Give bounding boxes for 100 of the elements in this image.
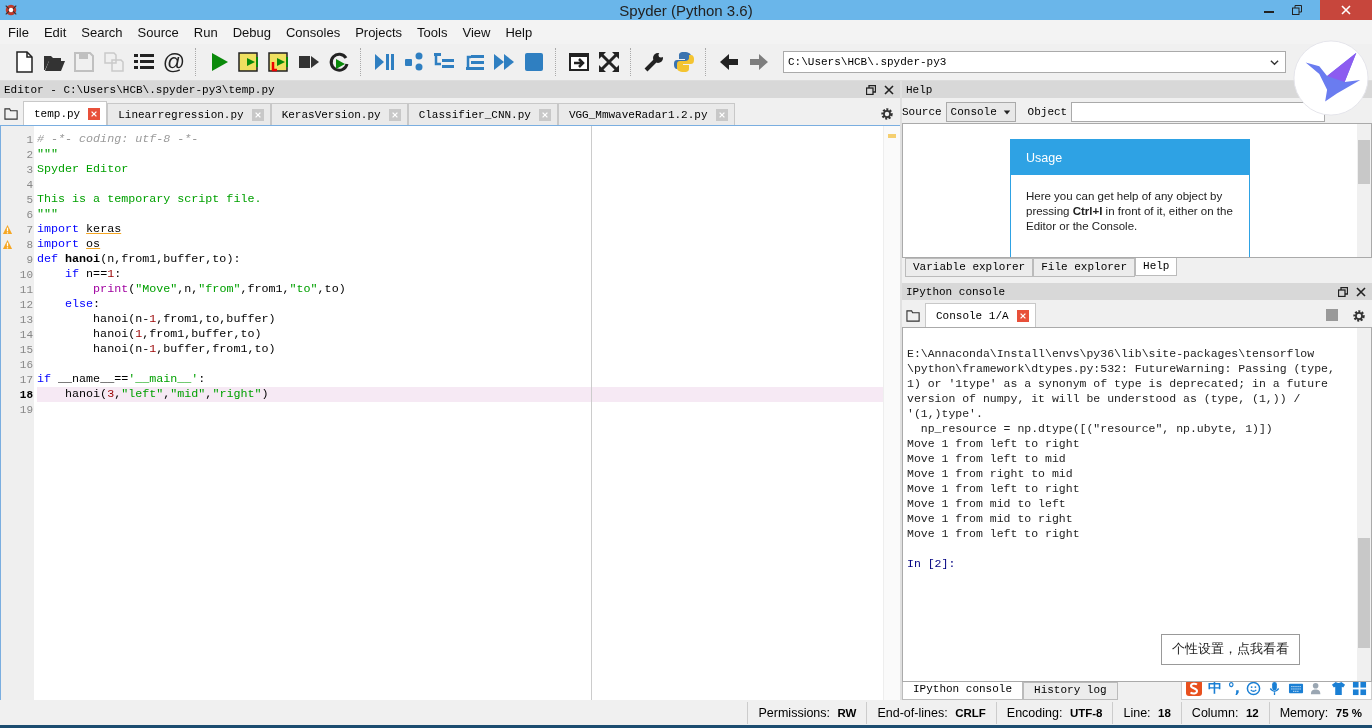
console-tab[interactable]: Console 1/A [925,303,1036,327]
settings-icon[interactable] [1352,309,1366,323]
code-line: import keras [37,222,122,236]
line-number: 10 [19,268,33,281]
pane-title: IPython console [906,285,1007,298]
menu-item[interactable]: Search [75,24,129,40]
console-output: E:\Annaconda\Install\envs\py36\lib\site-packages\tensorflow [907,346,1316,361]
line-number: 8 [26,238,33,251]
warning-icon [2,239,13,250]
path-field[interactable]: C:\Users\HCB\.spyder-py3 [783,51,1286,73]
chevron-icon [1270,57,1279,67]
scrollbar[interactable] [1357,124,1371,257]
scrollbar[interactable] [1357,328,1371,681]
scroll-marker [888,134,896,138]
file-tab[interactable]: VGG_MmwaveRadar1.2.py [557,103,735,125]
close-icon[interactable] [1356,286,1366,297]
punctuation-mode[interactable]: °, [1227,680,1240,696]
close-button[interactable] [1320,0,1372,20]
pane-title: Editor - C:\Users\HCB\.spyder-py3\temp.py [4,83,276,96]
line-number: 17 [19,373,33,386]
menu-item[interactable]: File [2,24,35,40]
console-output: Move 1 from left to mid [907,451,1067,466]
code-line: hanoi(n-1,from1,to,buffer) [92,312,276,326]
rerun-icon[interactable] [327,50,351,74]
line-number: 14 [19,328,33,341]
settings-icon[interactable] [880,107,894,121]
close-icon[interactable] [884,84,894,95]
console-output: version of numpy, it will be understood as (type, (1,)) / [907,391,1302,406]
menu-item[interactable]: Tools [411,24,454,40]
stop-icon[interactable] [522,50,546,74]
menu-item[interactable]: Source [131,24,185,40]
line-number: 9 [26,253,33,266]
maximize-icon[interactable] [567,50,591,74]
smiley-icon[interactable] [1246,680,1261,696]
usage-title: Usage [1011,140,1249,175]
line-number: 12 [19,298,33,311]
dropdown-arrow-icon [1002,107,1011,116]
microphone-icon[interactable] [1267,680,1282,696]
usage-text: Here you can get help of any object by pressing Ctrl+I in front of it, either on the Editor or the Console. [1026,190,1233,232]
pane-tab[interactable]: Variable explorer [905,258,1034,277]
tab-close-icon[interactable] [88,107,101,120]
at-sign-button[interactable]: @ [162,50,186,74]
folder-icon[interactable] [4,106,19,121]
file-tab[interactable]: Classifier_CNN.py [407,103,558,125]
code-line: """ [37,207,59,221]
file-tab[interactable]: KerasVersion.py [270,103,408,125]
line-number: 1 [26,133,33,146]
code-line: # -*- coding: utf-8 -*- [37,132,199,146]
python-icon[interactable] [672,50,696,74]
tab-close-icon[interactable] [1016,309,1029,322]
console-output: Move 1 from right to mid [907,466,1074,481]
pane-title: Help [906,83,934,96]
console-output: Move 1 from left to right [907,481,1081,496]
pane-tab[interactable]: IPython console [902,682,1024,700]
menu-item[interactable]: Projects [349,24,409,40]
code-line: if n==1: [64,267,122,281]
code-line: print("Move",n,"from",from1,"to",to) [92,282,346,296]
code-line: if __name__=='__main__': [37,372,206,386]
file-tab[interactable]: temp.py [23,101,108,125]
console-output: Move 1 from mid to right [907,511,1074,526]
folder-icon[interactable] [906,308,921,323]
menu-item[interactable]: Consoles [279,24,347,40]
object-field[interactable] [1071,101,1326,122]
line-number: 19 [19,403,33,416]
code-line: hanoi(1,from1,buffer,to) [92,327,262,341]
line-number: 15 [19,343,33,356]
line-number: 16 [19,358,33,371]
input-mode[interactable]: 中 [1207,679,1222,697]
close-icon [1341,5,1351,15]
source-dropdown[interactable]: Console [945,101,1016,122]
line-number: 6 [26,208,33,221]
console-output: Move 1 from mid to left [907,496,1067,511]
menu-item[interactable]: View [456,24,497,40]
menu-item[interactable]: Edit [37,24,73,40]
line-number: 7 [26,223,33,236]
line-number: 18 [19,388,33,401]
fullscreen-icon[interactable] [597,50,621,74]
restore-icon[interactable] [1292,5,1302,15]
pane-tab[interactable]: File explorer [1033,258,1136,277]
undock-icon[interactable] [866,84,876,95]
run-cell-icon[interactable] [237,50,261,74]
file-tab[interactable]: Linearregression.py [107,103,271,125]
console-output: Move 1 from left to right [907,526,1081,541]
menu-item[interactable]: Help [499,24,539,40]
menu-item[interactable]: Debug [226,24,277,40]
status-item: Encoding: UTF-8 [995,701,1113,724]
pane-tab[interactable]: History log [1023,682,1118,700]
menu-item[interactable]: Run [187,24,224,40]
run-cell-advance-icon[interactable] [267,50,291,74]
grid-icon[interactable] [1352,680,1367,696]
shirt-icon[interactable] [1331,680,1346,696]
line-number: 13 [19,313,33,326]
wrench-icon[interactable] [642,50,666,74]
status-item: Permissions: RW [747,701,867,724]
code-line: else: [64,297,101,311]
bird-logo-icon[interactable] [1292,39,1370,117]
undock-icon[interactable] [1338,286,1348,297]
pane-tab[interactable]: Help [1135,258,1178,276]
line-number: 4 [26,178,33,191]
line-number: 3 [26,163,33,176]
